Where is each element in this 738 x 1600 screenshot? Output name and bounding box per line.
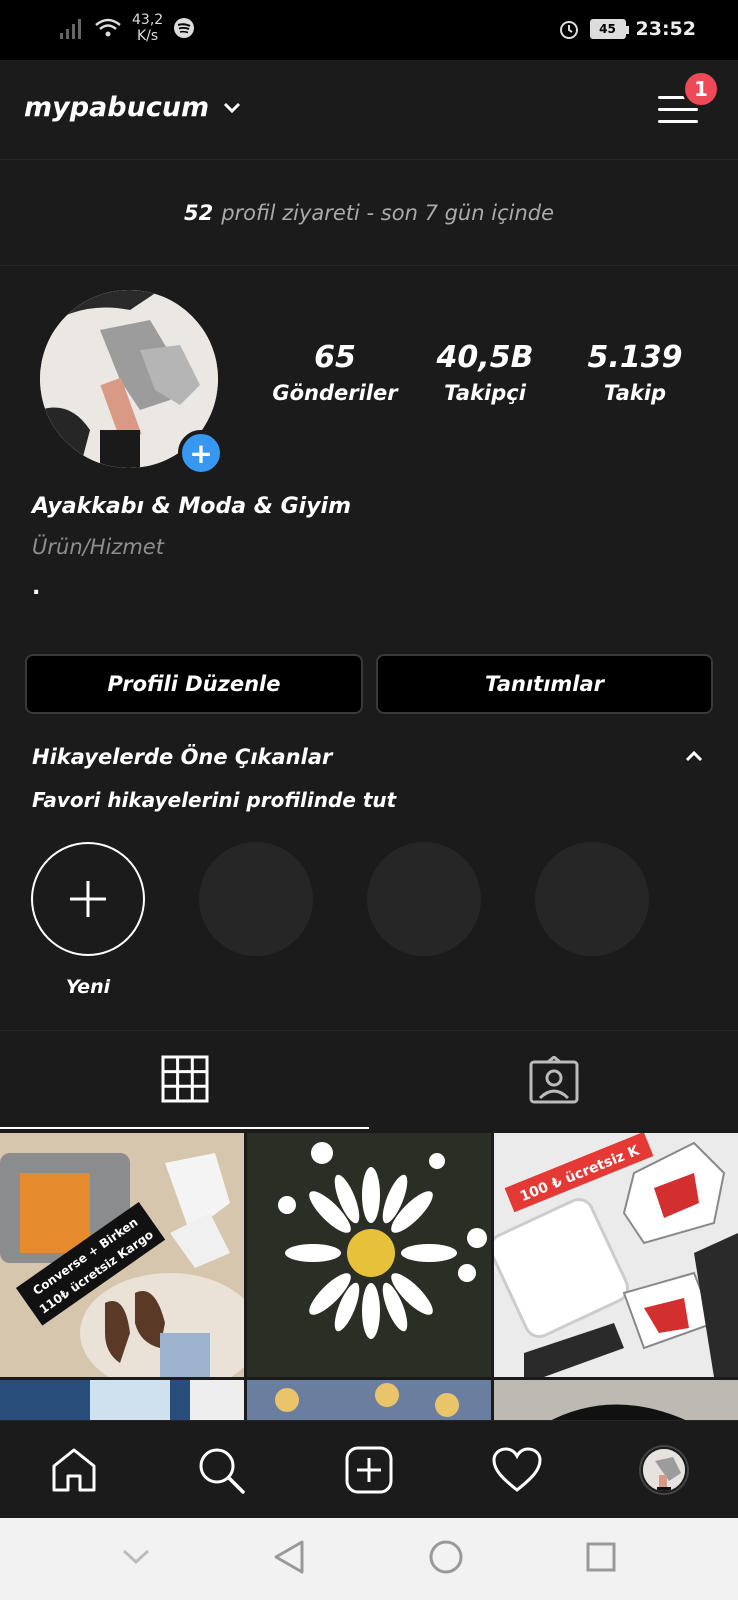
post-thumbnail[interactable]	[247, 1133, 491, 1377]
highlights-row	[31, 842, 649, 956]
visits-count: 52	[183, 200, 214, 225]
post-thumbnail[interactable]: 100 ₺ ücretsiz K	[494, 1133, 738, 1377]
wifi-icon	[95, 18, 121, 37]
chevron-down-icon	[122, 1549, 149, 1565]
search-icon	[199, 1448, 246, 1494]
profile-bio: .	[32, 575, 41, 600]
profile-header: mypabucum	[0, 60, 738, 160]
status-bar-right: 45 23:52	[558, 18, 696, 40]
visits-text: profil ziyareti - son 7 gün içinde	[221, 200, 555, 225]
nav-search[interactable]	[189, 1438, 253, 1502]
system-navigation	[0, 1518, 738, 1600]
highlights-title: Hikayelerde Öne Çıkanlar	[32, 745, 333, 769]
new-highlight-label: Yeni	[65, 976, 111, 998]
stat-posts[interactable]: 65 Gönderiler	[265, 340, 405, 405]
new-highlight-button[interactable]	[31, 842, 145, 956]
clock: 23:52	[635, 18, 696, 40]
account-switcher[interactable]: mypabucum	[24, 92, 241, 123]
stat-following[interactable]: 5.139 Takip	[565, 340, 705, 405]
plus-icon	[70, 881, 106, 917]
system-home-button[interactable]	[428, 1539, 464, 1579]
tab-tagged[interactable]	[369, 1031, 738, 1129]
chevron-up-icon	[685, 750, 703, 762]
add-story-button[interactable]: +	[178, 430, 224, 476]
post-thumbnail[interactable]: Converse + Birken 110₺ ücretsiz Kargo	[0, 1133, 244, 1377]
stat-value: 40,5B	[436, 340, 534, 375]
stat-label: Takip	[603, 381, 667, 405]
promotions-button[interactable]: Tanıtımlar	[376, 654, 713, 714]
tagged-person-icon	[529, 1056, 578, 1104]
post-thumbnail[interactable]	[0, 1380, 244, 1423]
highlight-placeholder	[367, 842, 481, 956]
profile-avatar[interactable]: +	[40, 290, 224, 476]
nav-new-post[interactable]	[337, 1438, 401, 1502]
network-speed: 43,2 K/s	[132, 12, 163, 44]
status-bar-left: 43,2 K/s	[60, 12, 195, 44]
profile-stats: 65 Gönderiler 40,5B Takipçi 5.139 Takip	[265, 340, 705, 405]
signal-icon	[60, 19, 81, 39]
profile-avatar-small	[641, 1446, 688, 1493]
home-icon	[52, 1448, 96, 1491]
posts-grid: Converse + Birken 110₺ ücretsiz Kargo 10…	[0, 1133, 738, 1423]
bottom-navigation	[0, 1420, 738, 1518]
post-thumbnail[interactable]	[247, 1380, 491, 1423]
highlight-placeholder	[199, 842, 313, 956]
edit-profile-button[interactable]: Profili Düzenle	[25, 654, 363, 714]
spotify-icon	[174, 18, 195, 38]
new-post-icon	[345, 1446, 393, 1493]
network-speed-unit: K/s	[136, 28, 159, 44]
profile-name: Ayakkabı & Moda & Giyim	[32, 494, 352, 519]
grid-icon	[161, 1055, 208, 1103]
system-hide-keyboard-button[interactable]	[121, 1548, 151, 1570]
highlight-placeholder	[535, 842, 649, 956]
battery-icon: 45	[589, 19, 629, 39]
menu-icon-bar	[658, 108, 698, 111]
tab-grid[interactable]	[0, 1031, 369, 1129]
alarm-icon	[559, 21, 578, 39]
post-thumbnail[interactable]	[494, 1380, 738, 1423]
nav-home[interactable]	[42, 1438, 106, 1502]
profile-category: Ürün/Hizmet	[32, 535, 164, 559]
stat-followers[interactable]: 40,5B Takipçi	[415, 340, 555, 405]
home-circle-icon	[429, 1540, 463, 1574]
stat-label: Takipçi	[444, 381, 526, 405]
heart-icon	[492, 1446, 542, 1492]
stat-value: 5.139	[587, 340, 683, 375]
username-label: mypabucum	[24, 92, 210, 123]
status-bar: 43,2 K/s 45 23:52	[0, 0, 738, 60]
recents-square-icon	[586, 1542, 616, 1572]
back-triangle-icon	[274, 1540, 304, 1574]
stat-label: Gönderiler	[272, 381, 398, 405]
notification-badge: 1	[682, 70, 720, 108]
system-recents-button[interactable]	[585, 1541, 617, 1577]
menu-icon-bar	[658, 120, 698, 123]
nav-profile[interactable]	[632, 1438, 696, 1502]
nav-activity[interactable]	[485, 1438, 549, 1502]
system-back-button[interactable]	[272, 1539, 306, 1579]
highlights-subtitle: Favori hikayelerini profilinde tut	[32, 788, 397, 812]
profile-tabs	[0, 1030, 738, 1129]
stat-value: 65	[314, 340, 356, 375]
profile-visits-banner[interactable]: 52 profil ziyareti - son 7 gün içinde	[0, 160, 738, 266]
network-speed-value: 43,2	[132, 12, 164, 28]
chevron-down-icon	[224, 102, 241, 113]
highlights-collapse-button[interactable]	[684, 744, 704, 769]
